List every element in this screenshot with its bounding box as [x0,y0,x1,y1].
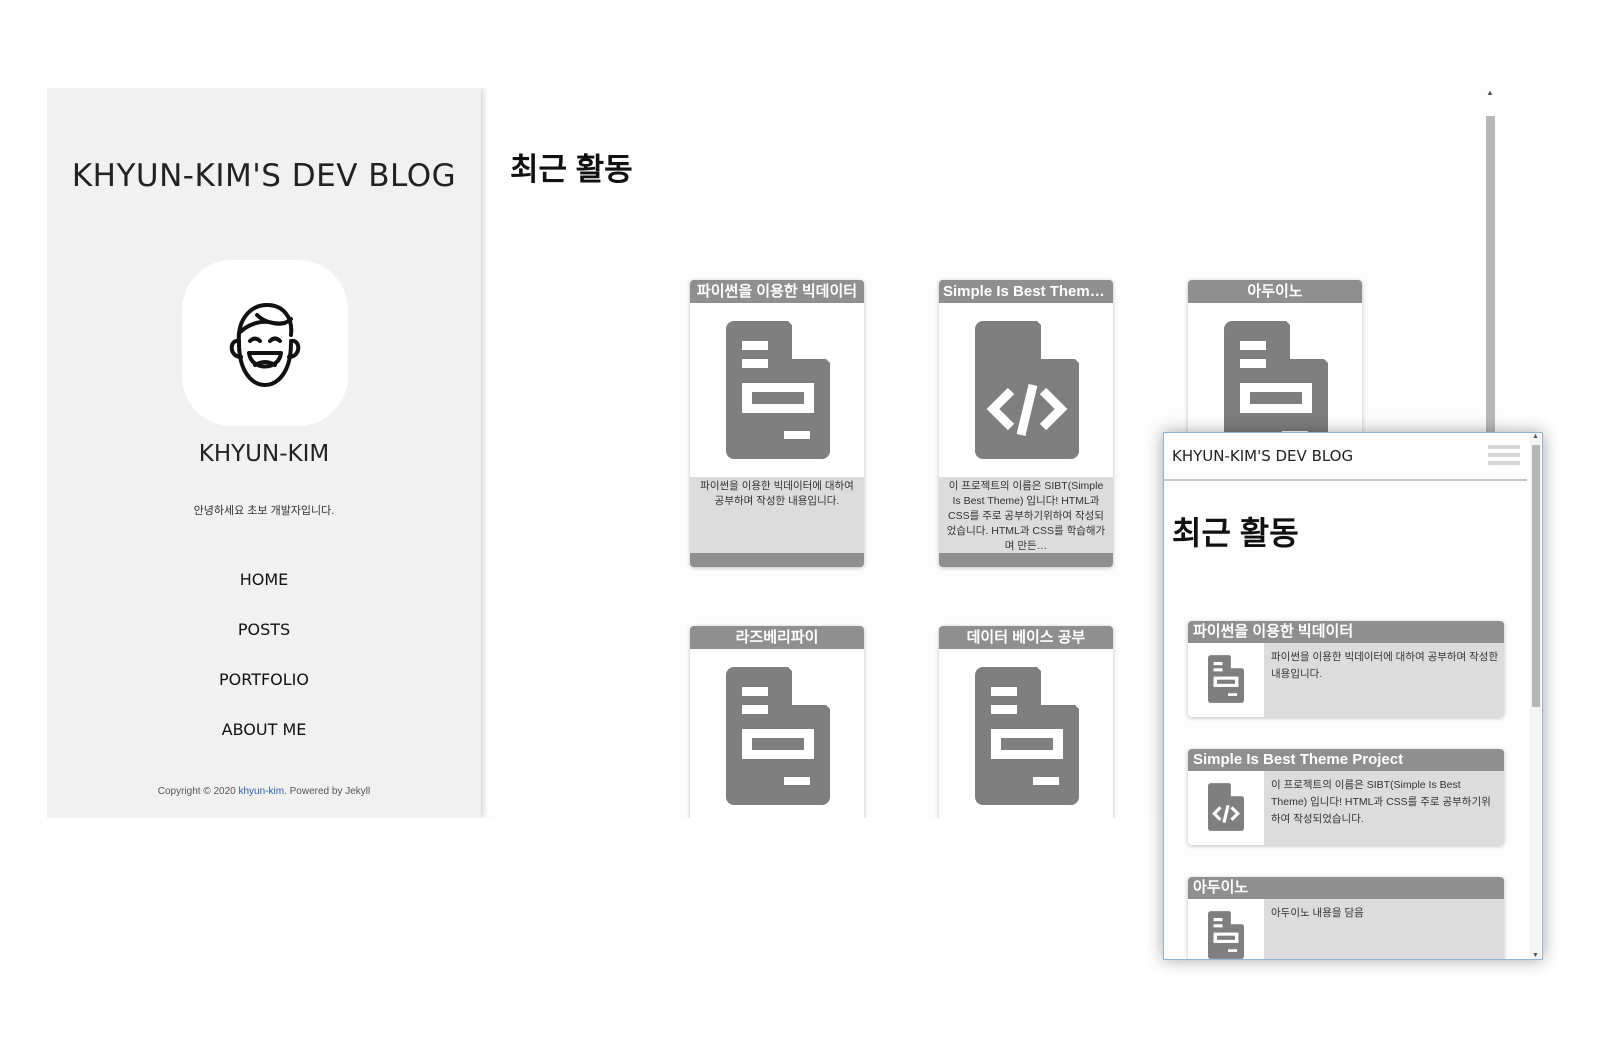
mobile-post-card-body: 아두이노 내용을 담음 [1188,899,1504,959]
document-icon [726,667,830,805]
post-card-thumbnail [690,649,864,818]
mobile-post-card-thumbnail [1188,899,1264,959]
nav-portfolio[interactable]: PORTFOLIO [47,664,481,714]
profile-intro: 안녕하세요 초보 개발자입니다. [193,505,335,517]
document-icon [1208,911,1244,959]
copyright-author-link[interactable]: khyun-kim [239,786,285,797]
copyright-prefix: Copyright © 2020 [157,786,239,797]
document-icon [726,321,830,459]
mobile-post-card-title[interactable]: 아두이노 [1188,877,1504,899]
copyright-suffix: . Powered by Jekyll [284,786,371,797]
mobile-post-card-description: 파이썬을 이용한 빅데이터에 대하여 공부하며 작성한 내용입니다. [1271,651,1499,680]
post-card[interactable]: 라즈베리파이 [690,626,864,818]
mobile-post-card-title[interactable]: Simple Is Best Theme Project [1188,749,1504,771]
mobile-scrollbar-thumb[interactable] [1532,445,1540,707]
mobile-page-title: 최근 활동 [1172,515,1299,551]
avatar [182,260,348,426]
mobile-post-card-description: 이 프로젝트의 이름은 SIBT(Simple Is Best Theme) 입… [1271,779,1491,825]
post-card[interactable]: 데이터 베이스 공부 [939,626,1113,818]
post-card[interactable]: Simple Is Best Theme... 이 프로젝트의 이름은 SIBT… [939,280,1113,567]
document-icon [975,667,1079,805]
page-title: 최근 활동 [510,152,633,187]
mobile-header: KHYUN-KIM'S DEV BLOG [1164,433,1527,481]
code-file-icon [1208,783,1244,831]
post-card-thumbnail [939,649,1113,818]
post-card[interactable]: 파이썬을 이용한 빅데이터 파이썬을 이용한 빅데이터에 대하여 공부하며 작성… [690,280,864,567]
mobile-scrollbar[interactable]: ▲ ▼ [1530,433,1541,959]
nav-about-me[interactable]: ABOUT ME [47,714,481,764]
mobile-blog-title[interactable]: KHYUN-KIM'S DEV BLOG [1172,447,1353,465]
scroll-up-arrow-icon[interactable]: ▲ [1530,433,1541,440]
nav-posts[interactable]: POSTS [47,614,481,664]
mobile-view: KHYUN-KIM'S DEV BLOG 최근 활동 파이썬을 이용한 빅데이터… [1163,432,1543,960]
sidebar-nav: HOME POSTS PORTFOLIO ABOUT ME [47,564,481,764]
post-card-title[interactable]: 데이터 베이스 공부 [939,626,1113,649]
hamburger-menu-icon[interactable] [1488,445,1520,469]
post-card-description: 이 프로젝트의 이름은 SIBT(Simple Is Best Theme) 입… [946,480,1106,552]
mobile-post-card-thumbnail [1188,643,1264,717]
mobile-post-card-description: 아두이노 내용을 담음 [1271,907,1364,919]
scroll-up-arrow-icon[interactable]: ▲ [1485,88,1495,97]
mobile-post-card[interactable]: 아두이노 아두이노 내용을 담음 [1188,877,1504,959]
post-card-title[interactable]: 파이썬을 이용한 빅데이터 [690,280,864,303]
scroll-down-arrow-icon[interactable]: ▼ [1530,952,1541,959]
post-card-title[interactable]: 아두이노 [1188,280,1362,303]
mobile-post-card[interactable]: Simple Is Best Theme Project 이 프로젝트의 이름은… [1188,749,1504,845]
post-card-thumbnail [690,303,864,477]
post-card-footer [690,553,864,567]
profile-name: KHYUN-KIM [198,441,330,467]
mobile-post-card-thumbnail [1188,771,1264,845]
mobile-post-card-body: 파이썬을 이용한 빅데이터에 대하여 공부하며 작성한 내용입니다. [1188,643,1504,717]
mobile-post-card-title[interactable]: 파이썬을 이용한 빅데이터 [1188,621,1504,643]
post-card-description: 파이썬을 이용한 빅데이터에 대하여 공부하며 작성한 내용입니다. [700,480,854,507]
blog-title[interactable]: KHYUN-KIM'S DEV BLOG [47,158,481,194]
document-icon [1208,655,1244,703]
mobile-post-card-body: 이 프로젝트의 이름은 SIBT(Simple Is Best Theme) 입… [1188,771,1504,845]
post-card-title[interactable]: 라즈베리파이 [690,626,864,649]
code-file-icon [975,321,1079,459]
sidebar: KHYUN-KIM'S DEV BLOG KHYUN-KIM 안녕하세요 초보 … [47,88,481,818]
nav-home[interactable]: HOME [47,564,481,614]
post-card-thumbnail [939,303,1113,477]
laughing-face-icon [229,303,301,387]
copyright: Copyright © 2020 khyun-kim. Powered by J… [47,786,481,797]
post-card-title[interactable]: Simple Is Best Theme... [939,280,1113,303]
post-card-footer [939,553,1113,567]
mobile-post-card[interactable]: 파이썬을 이용한 빅데이터 파이썬을 이용한 빅데이터에 대하여 공부하며 작성… [1188,621,1504,717]
